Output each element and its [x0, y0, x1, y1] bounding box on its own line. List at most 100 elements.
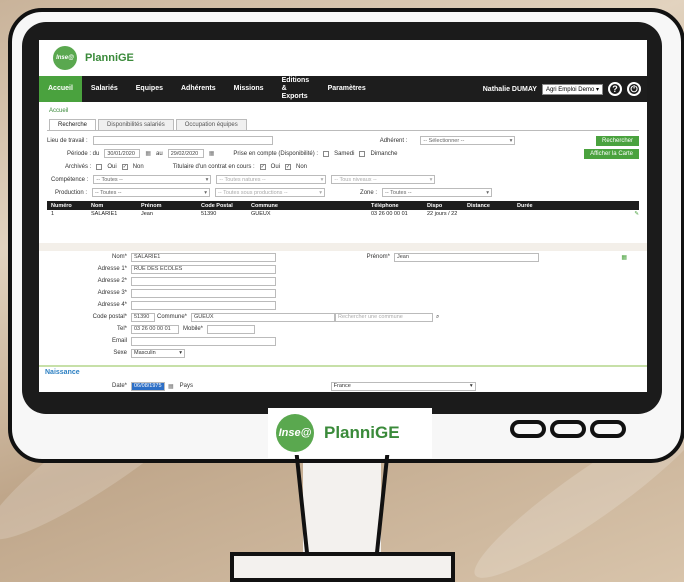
adresse3-label: Adresse 3*	[97, 290, 127, 296]
bezel-button	[510, 420, 546, 438]
calendar-icon[interactable]: ▦	[209, 150, 215, 157]
breadcrumb[interactable]: Accueil	[39, 102, 647, 116]
adresse4-label: Adresse 4*	[97, 302, 127, 308]
col-numero[interactable]: Numéro	[47, 203, 87, 209]
production-label: Production :	[55, 189, 88, 196]
productions-select[interactable]: -- Toutes sous productions -- ▾	[215, 188, 326, 197]
commune-search-input[interactable]: Rechercher une commune	[335, 312, 433, 322]
tel-input[interactable]: 03 26 00 00 01	[131, 324, 179, 334]
chevron-down-icon: ▾	[486, 189, 490, 196]
titulaire-label: Titulaire d'un contrat en cours :	[172, 163, 255, 170]
commune-input[interactable]: GUEUX	[191, 312, 335, 322]
pays-select[interactable]: France ▾	[330, 381, 476, 391]
col-prenom[interactable]: Prénom	[137, 203, 197, 209]
nav-salaries[interactable]: Salariés	[82, 76, 127, 102]
date-to-input[interactable]: 29/02/2020	[167, 149, 204, 158]
nav-editions[interactable]: Editions & Exports	[273, 76, 319, 102]
col-dispo[interactable]: Dispo	[423, 203, 463, 209]
nav-adherents[interactable]: Adhérents	[172, 76, 225, 102]
samedi-label: Samedi	[334, 150, 355, 157]
cp-input[interactable]: 51390	[131, 312, 155, 322]
samedi-checkbox[interactable]	[323, 150, 330, 157]
cell-telephone: 03 26 00 00 01	[371, 211, 408, 217]
chevron-down-icon: ▾	[179, 350, 182, 356]
natures-select[interactable]: -- Toutes natures -- ▾	[216, 175, 327, 184]
archives-oui-label: Oui	[107, 163, 117, 170]
nav-equipes[interactable]: Equipes	[127, 76, 172, 102]
naissance-section-title: Naissance	[39, 365, 647, 378]
natures-select-value: -- Toutes natures --	[219, 176, 266, 183]
tel-label: Tel*	[116, 326, 127, 332]
app-screen: Inse@ PlanniGE Accueil Salariés Equipes …	[39, 40, 647, 392]
nav-missions[interactable]: Missions	[225, 76, 273, 102]
nav-parametres[interactable]: Paramètres	[319, 76, 375, 102]
pays-select-value: France	[333, 383, 351, 389]
mobile-input[interactable]	[207, 324, 255, 334]
titulaire-oui-checkbox[interactable]: ✓	[259, 163, 266, 170]
bezel-button	[550, 420, 586, 438]
map-button[interactable]: Afficher la Carte	[584, 148, 639, 159]
nom-input[interactable]: SALARIE1	[131, 252, 276, 262]
company-select-value: Agri Emploi Demo	[545, 86, 595, 93]
dimanche-checkbox[interactable]	[359, 150, 366, 157]
sexe-select[interactable]: Masculin ▾	[131, 348, 185, 358]
help-icon[interactable]: ?	[608, 82, 622, 96]
tab-disponibilites[interactable]: Disponibilités salariés	[98, 119, 174, 130]
edit-icon[interactable]: ✎	[630, 211, 639, 217]
company-select[interactable]: Agri Emploi Demo ▾	[541, 83, 603, 95]
competence-select[interactable]: -- Toutes -- ▾	[93, 175, 212, 184]
table-row[interactable]: 1 SALARIE1 Jean 51390 GUEUX 03 26 00 00 …	[47, 210, 639, 218]
chevron-down-icon: ▾	[429, 176, 433, 183]
mobile-label: Mobile*	[182, 326, 203, 332]
titulaire-non-checkbox[interactable]: ✓	[285, 163, 292, 170]
adresse1-label: Adresse 1*	[97, 266, 127, 272]
email-input[interactable]	[131, 336, 276, 346]
col-telephone[interactable]: Téléphone	[367, 203, 423, 209]
commune-label: Commune*	[156, 314, 187, 320]
app-title: PlanniGE	[85, 52, 134, 64]
adresse1-input[interactable]: RUE DES ECOLES	[131, 264, 276, 274]
email-label: Email	[111, 338, 127, 344]
adherent-select[interactable]: -- Sélectionner -- ▾	[420, 136, 516, 145]
user-name: Nathalie DUMAY	[482, 85, 537, 93]
adresse3-input[interactable]	[131, 288, 276, 298]
col-code-postal[interactable]: Code Postal	[197, 203, 247, 209]
search-button[interactable]: Rechercher	[595, 135, 639, 146]
lieu-input[interactable]	[92, 136, 273, 145]
calendar-icon[interactable]: ▦	[145, 150, 151, 157]
divider	[39, 243, 647, 251]
zone-select-value: -- Toutes --	[385, 189, 412, 196]
adresse2-input[interactable]	[131, 276, 276, 286]
tab-bar: Recherche Disponibilités salariés Occupa…	[39, 116, 647, 130]
cell-numero: 1	[51, 211, 55, 217]
prenom-input[interactable]: Jean	[394, 252, 539, 262]
archives-oui-checkbox[interactable]	[96, 163, 103, 170]
archives-non-checkbox[interactable]: ✓	[121, 163, 128, 170]
col-nom[interactable]: Nom	[87, 203, 137, 209]
production-select[interactable]: -- Toutes -- ▾	[92, 188, 211, 197]
tab-recherche[interactable]: Recherche	[49, 119, 97, 130]
date-naissance-input[interactable]: 06/08/1975	[131, 381, 165, 391]
tab-occupation[interactable]: Occupation équipes	[175, 119, 247, 130]
insea-logo: Inse@	[53, 46, 77, 70]
col-commune[interactable]: Commune	[247, 203, 367, 209]
col-duree[interactable]: Durée	[513, 203, 553, 209]
date-from-input[interactable]: 30/01/2020	[104, 149, 141, 158]
nav-accueil[interactable]: Accueil	[39, 76, 82, 102]
adresse4-input[interactable]	[131, 300, 276, 310]
nom-label: Nom*	[111, 254, 127, 260]
chevron-down-icon: ▾	[205, 176, 209, 183]
niveaux-select[interactable]: -- Tous niveaux -- ▾	[331, 175, 436, 184]
competence-select-value: -- Toutes --	[96, 176, 123, 183]
chevron-down-icon: ▾	[469, 383, 473, 389]
insea-logo: Inse@	[276, 414, 314, 452]
search-icon[interactable]: ⌕	[436, 314, 439, 321]
monitor-base	[230, 552, 455, 582]
zone-select[interactable]: -- Toutes -- ▾	[382, 188, 493, 197]
pays-label: Pays	[179, 383, 194, 389]
calendar-icon[interactable]: ▦	[621, 254, 627, 261]
sexe-select-value: Masculin	[134, 350, 156, 356]
col-distance[interactable]: Distance	[463, 203, 513, 209]
chevron-down-icon: ▾	[204, 189, 208, 196]
power-icon[interactable]: ⏻	[627, 82, 641, 96]
